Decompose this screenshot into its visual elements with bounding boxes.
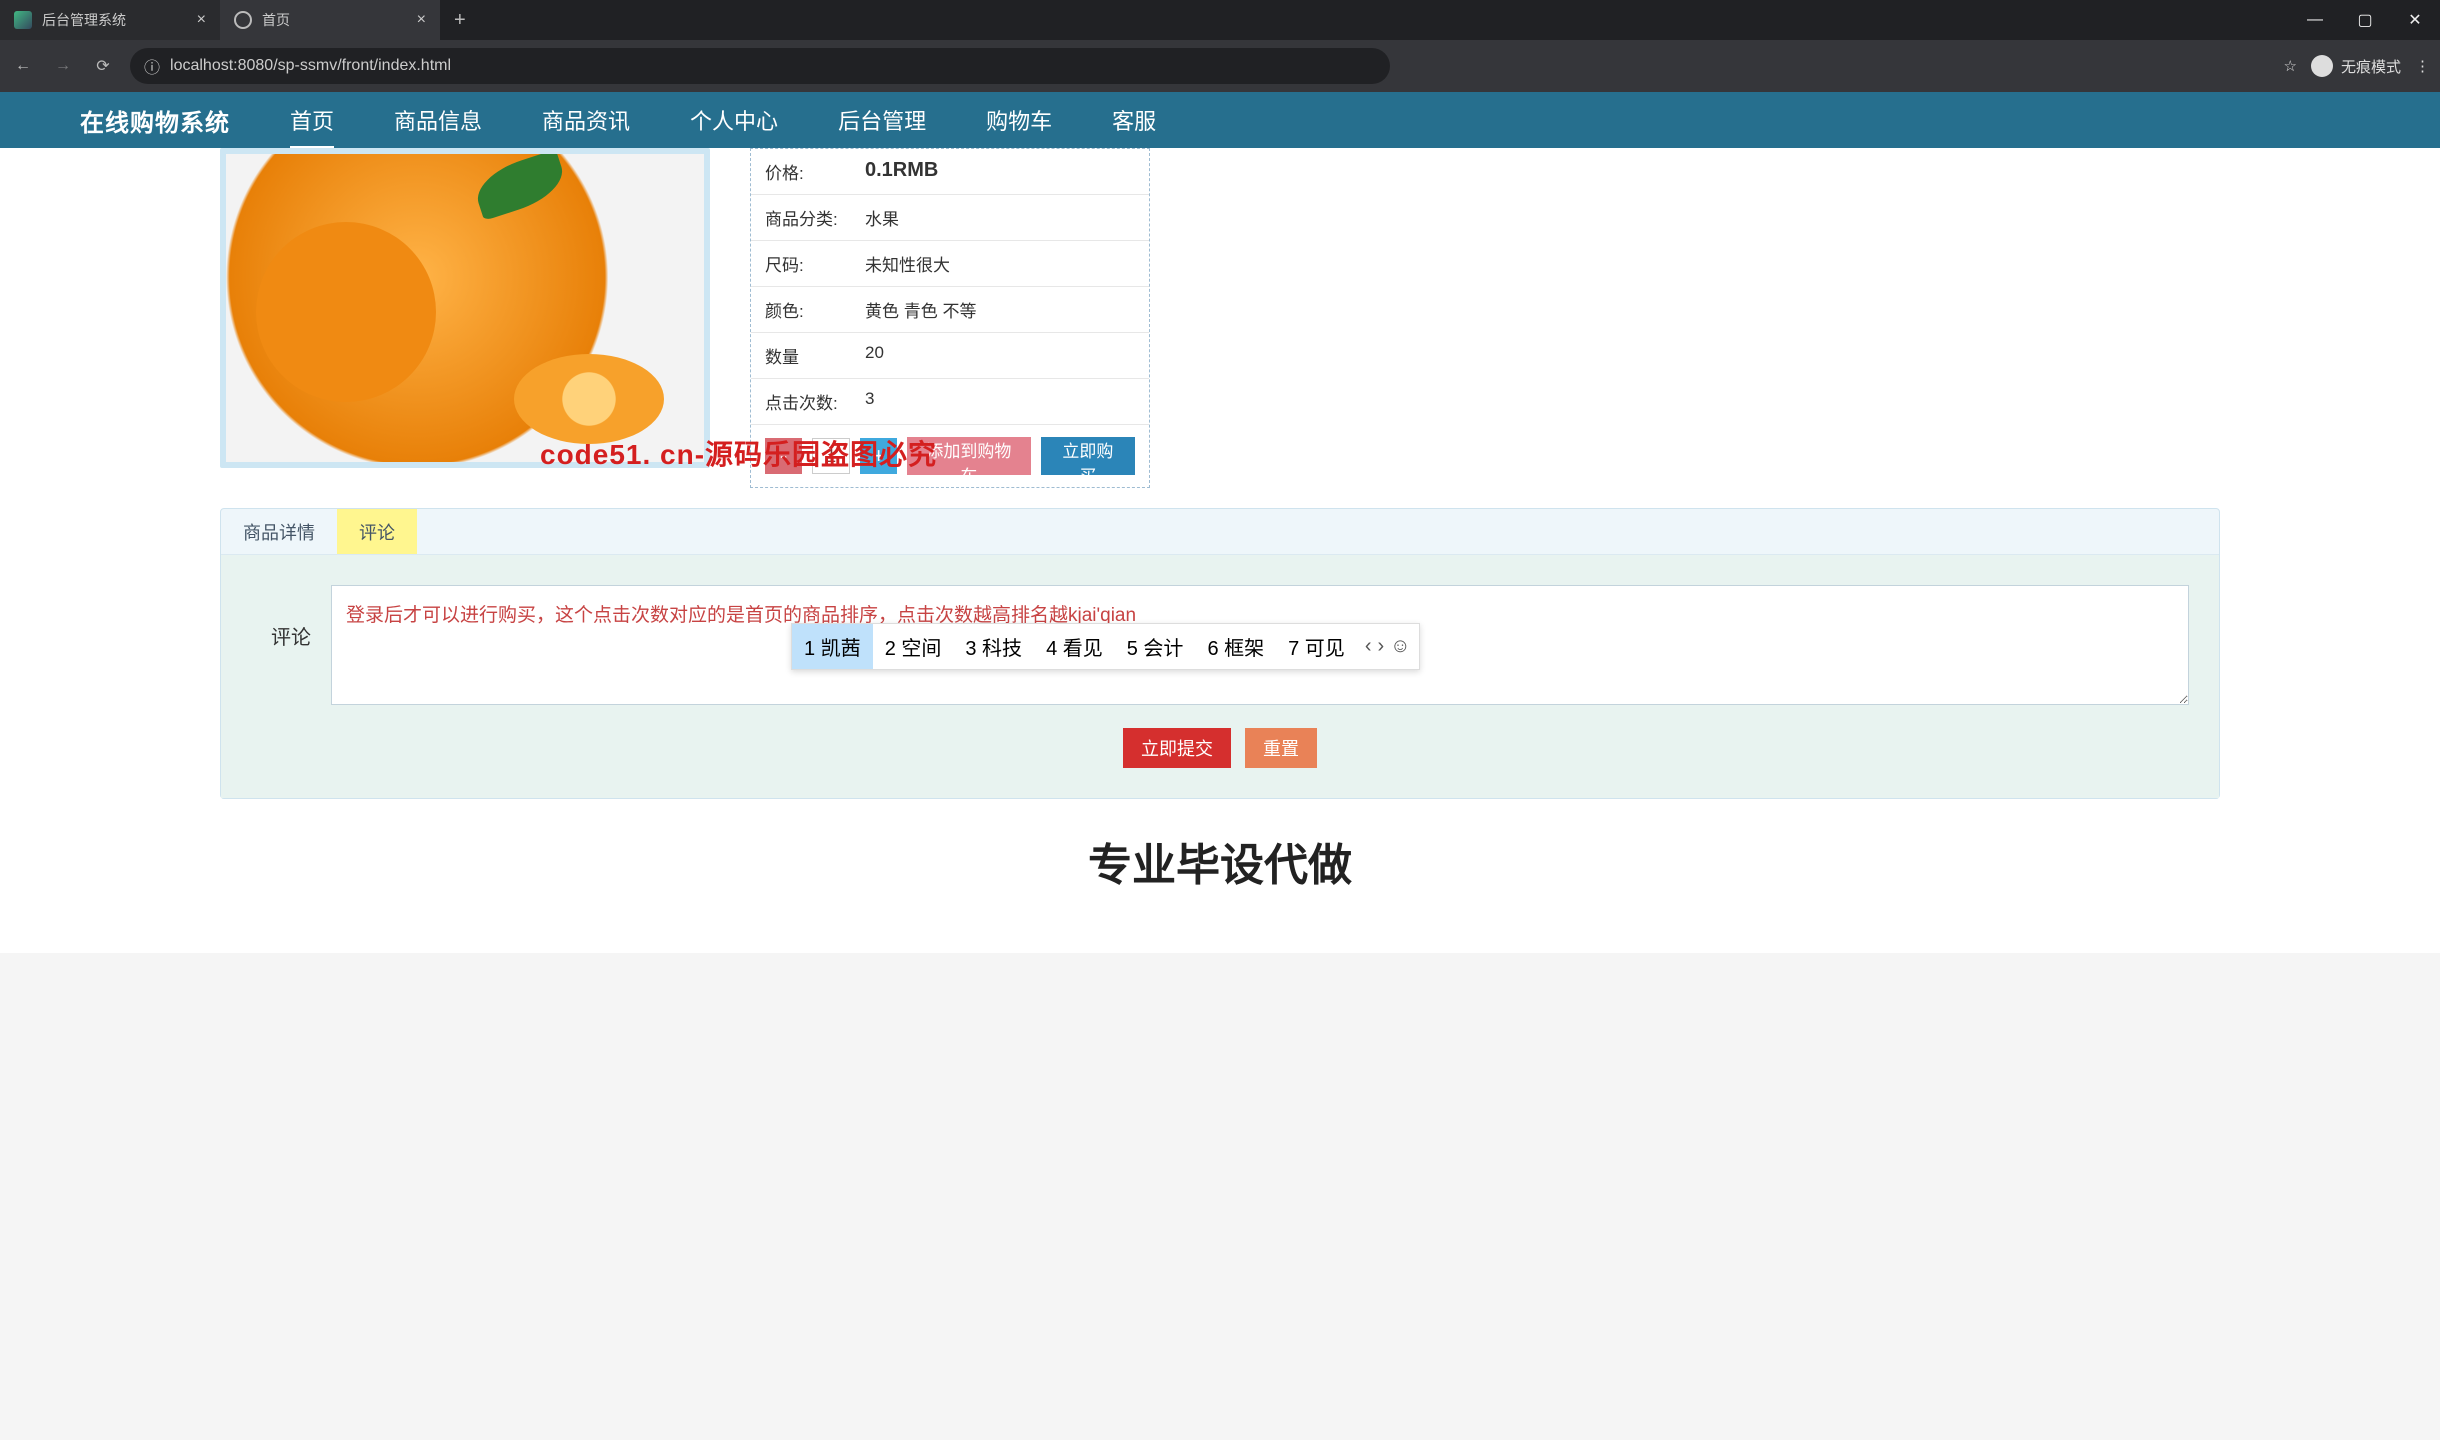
clicks-value: 3 [865,389,874,414]
qty-label: 数量 [765,343,865,368]
bottom-banner: 专业毕设代做 [0,809,2440,913]
back-button[interactable]: ← [10,53,36,79]
nav-service[interactable]: 客服 [1112,104,1156,136]
nav-cart[interactable]: 购物车 [986,104,1052,136]
reload-button[interactable]: ⟳ [90,53,116,79]
browser-tab-1[interactable]: 首页 × [220,0,440,40]
close-icon[interactable]: × [417,11,426,29]
site-brand: 在线购物系统 [80,103,230,138]
category-label: 商品分类: [765,205,865,230]
nav-profile[interactable]: 个人中心 [690,104,778,136]
ime-candidate-bar[interactable]: 1 凯茜 2 空间 3 科技 4 看见 5 会计 6 框架 7 可见 ‹ › ☺ [791,623,1420,670]
ime-candidate[interactable]: 4 看见 [1034,624,1115,669]
tab-title: 首页 [262,10,290,30]
color-label: 颜色: [765,297,865,322]
ime-next-icon[interactable]: › [1377,635,1384,658]
comment-label: 评论 [251,585,311,650]
tab-comment[interactable]: 评论 [337,509,417,554]
detail-panel: 商品详情 评论 评论 1 凯茜 2 空间 3 科技 4 看见 5 会计 6 [220,508,2220,799]
info-icon: ⓘ [144,54,160,78]
maximize-button[interactable]: ▢ [2340,0,2390,40]
ime-candidate[interactable]: 7 可见 [1276,624,1357,669]
browser-tab-0[interactable]: 后台管理系统 × [0,0,220,40]
favicon-icon [14,11,32,29]
ime-candidate[interactable]: 6 框架 [1195,624,1276,669]
nav-home[interactable]: 首页 [290,104,334,136]
star-icon[interactable]: ☆ [2284,57,2297,75]
incognito-icon [2311,55,2333,77]
price-value: 0.1RMB [865,159,938,184]
category-value: 水果 [865,205,899,230]
qty-value: 20 [865,343,884,368]
new-tab-button[interactable]: + [440,9,480,32]
watermark-overlay: code51. cn-源码乐园盗图必究 [540,433,937,473]
ime-prev-icon[interactable]: ‹ [1365,635,1372,658]
incognito-indicator: 无痕模式 [2311,55,2401,77]
close-window-button[interactable]: ✕ [2390,0,2440,40]
ime-candidate[interactable]: 2 空间 [873,624,954,669]
minimize-button[interactable]: — [2290,0,2340,40]
size-label: 尺码: [765,251,865,276]
nav-news[interactable]: 商品资讯 [542,104,630,136]
ime-candidate[interactable]: 5 会计 [1115,624,1196,669]
clicks-label: 点击次数: [765,389,865,414]
buy-now-button[interactable]: 立即购买 [1041,437,1135,475]
product-image [220,148,710,468]
reset-button[interactable]: 重置 [1245,728,1317,768]
menu-icon[interactable]: ⋮ [2415,57,2430,75]
size-value: 未知性很大 [865,251,950,276]
tab-detail[interactable]: 商品详情 [221,509,337,554]
ime-emoji-icon[interactable]: ☺ [1390,635,1410,658]
address-bar[interactable]: ⓘ localhost:8080/sp-ssmv/front/index.htm… [130,48,1390,84]
top-nav: 在线购物系统 首页 商品信息 商品资讯 个人中心 后台管理 购物车 客服 [0,92,2440,148]
color-value: 黄色 青色 不等 [865,297,976,322]
ime-candidate[interactable]: 3 科技 [953,624,1034,669]
url-text: localhost:8080/sp-ssmv/front/index.html [170,57,451,75]
forward-button[interactable]: → [50,53,76,79]
globe-icon [234,11,252,29]
nav-admin[interactable]: 后台管理 [838,104,926,136]
ime-candidate[interactable]: 1 凯茜 [792,624,873,669]
submit-button[interactable]: 立即提交 [1123,728,1231,768]
nav-products[interactable]: 商品信息 [394,104,482,136]
close-icon[interactable]: × [197,11,206,29]
tab-title: 后台管理系统 [42,10,126,30]
price-label: 价格: [765,159,865,184]
